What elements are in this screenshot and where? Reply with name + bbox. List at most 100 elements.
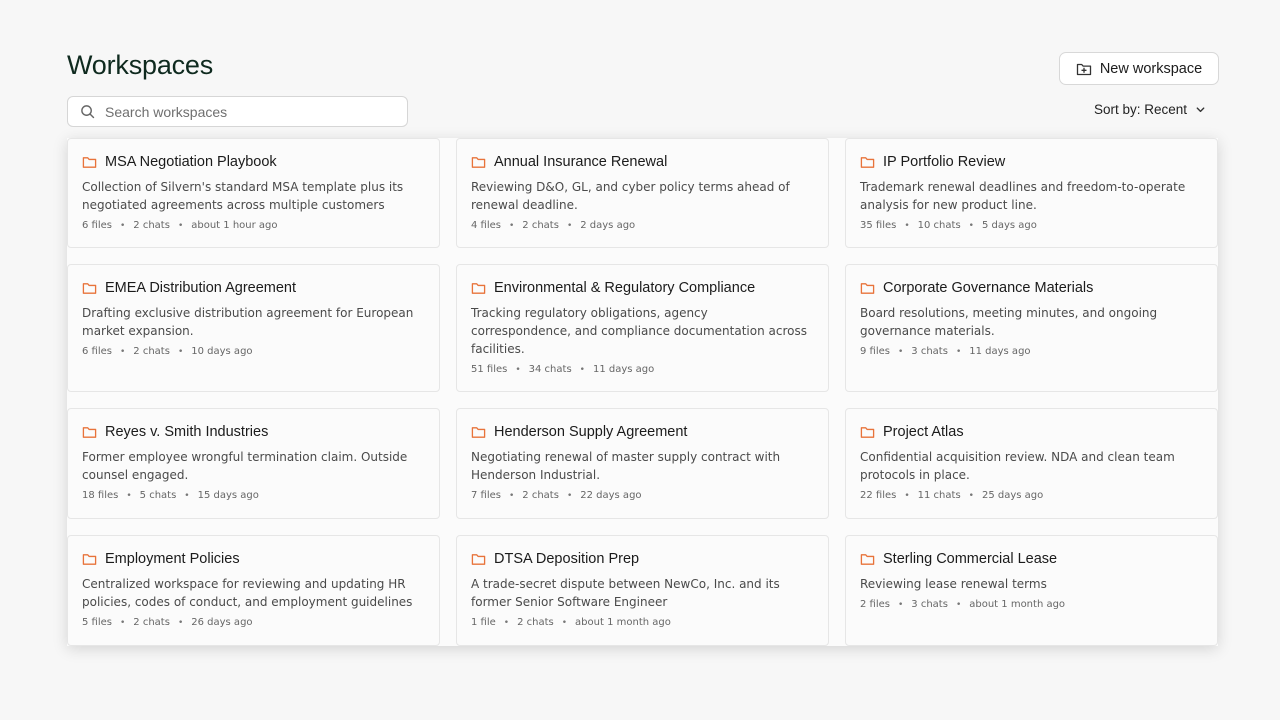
separator-dot: • <box>503 617 510 628</box>
card-title: IP Portfolio Review <box>883 154 1006 170</box>
card-title: EMEA Distribution Agreement <box>105 280 297 296</box>
card-title: Sterling Commercial Lease <box>883 551 1058 567</box>
folder-icon <box>82 553 97 565</box>
updated-time: about 1 hour ago <box>191 220 278 231</box>
workspace-card[interactable]: Sterling Commercial Lease Reviewing leas… <box>845 535 1218 646</box>
folder-plus-icon <box>1076 63 1091 75</box>
separator-dot: • <box>177 617 184 628</box>
card-header: Henderson Supply Agreement <box>471 424 814 440</box>
file-count: 5 files <box>82 617 112 628</box>
file-count: 51 files <box>471 364 508 375</box>
folder-icon <box>471 553 486 565</box>
file-count: 2 files <box>860 599 890 610</box>
card-meta: 6 files • 2 chats • about 1 hour ago <box>82 220 425 231</box>
card-header: Sterling Commercial Lease <box>860 551 1203 567</box>
separator-dot: • <box>508 220 515 231</box>
folder-icon <box>860 282 875 294</box>
updated-time: 2 days ago <box>580 220 636 231</box>
new-workspace-button[interactable]: New workspace <box>1059 52 1219 85</box>
card-header: Employment Policies <box>82 551 425 567</box>
workspace-card[interactable]: IP Portfolio Review Trademark renewal de… <box>845 138 1218 248</box>
card-meta: 7 files • 2 chats • 22 days ago <box>471 490 814 501</box>
card-description: Collection of Silvern's standard MSA tem… <box>82 180 404 212</box>
card-title: Employment Policies <box>105 551 240 567</box>
card-header: Annual Insurance Renewal <box>471 154 814 170</box>
file-count: 22 files <box>860 490 897 501</box>
file-count: 1 file <box>471 617 496 628</box>
updated-time: 26 days ago <box>191 617 253 628</box>
card-header: Environmental & Regulatory Compliance <box>471 280 814 296</box>
workspace-card[interactable]: DTSA Deposition Prep A trade-secret disp… <box>456 535 829 646</box>
separator-dot: • <box>119 220 126 231</box>
card-header: Corporate Governance Materials <box>860 280 1203 296</box>
search-input[interactable] <box>105 103 395 120</box>
chat-count: 2 chats <box>522 220 559 231</box>
card-meta: 35 files • 10 chats • 5 days ago <box>860 220 1203 231</box>
separator-dot: • <box>515 364 521 375</box>
card-meta: 5 files • 2 chats • 26 days ago <box>82 617 425 628</box>
separator-dot: • <box>177 346 184 357</box>
card-meta: 1 file • 2 chats • about 1 month ago <box>471 617 814 628</box>
card-title: Corporate Governance Materials <box>883 280 1094 296</box>
card-description: Former employee wrongful termination cla… <box>82 450 408 482</box>
card-header: DTSA Deposition Prep <box>471 551 814 567</box>
separator-dot: • <box>566 220 573 231</box>
sort-dropdown[interactable]: Sort by: Recent <box>1094 102 1206 117</box>
card-description: Tracking regulatory obligations, agency … <box>471 306 807 356</box>
workspace-card[interactable]: MSA Negotiation Playbook Collection of S… <box>67 138 440 248</box>
card-meta: 2 files • 3 chats • about 1 month ago <box>860 599 1203 610</box>
separator-dot: • <box>968 220 974 231</box>
card-title: MSA Negotiation Playbook <box>105 154 277 170</box>
separator-dot: • <box>955 599 962 610</box>
card-title: Reyes v. Smith Industries <box>105 424 269 440</box>
separator-dot: • <box>177 220 184 231</box>
workspace-card[interactable]: Reyes v. Smith Industries Former employe… <box>67 408 440 519</box>
separator-dot: • <box>566 490 573 501</box>
separator-dot: • <box>968 490 974 501</box>
updated-time: about 1 month ago <box>575 617 671 628</box>
chat-count: 2 chats <box>517 617 554 628</box>
workspace-card[interactable]: Annual Insurance Renewal Reviewing D&O, … <box>456 138 829 248</box>
file-count: 7 files <box>471 490 501 501</box>
card-description: Trademark renewal deadlines and freedom-… <box>860 180 1186 212</box>
workspace-card[interactable]: Employment Policies Centralized workspac… <box>67 535 440 646</box>
card-header: Project Atlas <box>860 424 1203 440</box>
chat-count: 10 chats <box>917 220 961 231</box>
card-title: Environmental & Regulatory Compliance <box>494 280 756 296</box>
folder-icon <box>860 156 875 168</box>
chat-count: 5 chats <box>139 490 177 501</box>
separator-dot: • <box>508 490 515 501</box>
file-count: 18 files <box>82 490 119 501</box>
workspace-card[interactable]: Corporate Governance Materials Board res… <box>845 264 1218 392</box>
workspace-card[interactable]: Project Atlas Confidential acquisition r… <box>845 408 1218 519</box>
chat-count: 34 chats <box>528 364 572 375</box>
card-meta: 18 files • 5 chats • 15 days ago <box>82 490 425 501</box>
workspace-card[interactable]: Henderson Supply Agreement Negotiating r… <box>456 408 829 519</box>
chat-count: 2 chats <box>522 490 559 501</box>
card-header: IP Portfolio Review <box>860 154 1203 170</box>
file-count: 6 files <box>82 346 112 357</box>
separator-dot: • <box>955 346 962 357</box>
workspace-card[interactable]: EMEA Distribution Agreement Drafting exc… <box>67 264 440 392</box>
chat-count: 2 chats <box>133 617 170 628</box>
card-description: Negotiating renewal of master supply con… <box>471 450 781 482</box>
card-description: Centralized workspace for reviewing and … <box>82 577 413 609</box>
card-header: MSA Negotiation Playbook <box>82 154 425 170</box>
file-count: 35 files <box>860 220 897 231</box>
file-count: 4 files <box>471 220 501 231</box>
chat-count: 3 chats <box>911 599 948 610</box>
chat-count: 2 chats <box>133 346 170 357</box>
page-title: Workspaces <box>67 50 214 80</box>
sort-label: Sort by: Recent <box>1094 102 1188 117</box>
chevron-down-icon <box>1196 107 1205 113</box>
updated-time: 11 days ago <box>592 364 655 375</box>
card-description: Board resolutions, meeting minutes, and … <box>860 306 1158 338</box>
updated-time: 10 days ago <box>191 346 253 357</box>
card-title: Henderson Supply Agreement <box>494 424 688 440</box>
separator-dot: • <box>904 220 910 231</box>
new-workspace-label: New workspace <box>1099 60 1203 77</box>
search-box[interactable] <box>67 96 408 127</box>
chat-count: 11 chats <box>917 490 961 501</box>
workspace-card[interactable]: Environmental & Regulatory Compliance Tr… <box>456 264 829 392</box>
card-description: A trade-secret dispute between NewCo, In… <box>471 577 780 609</box>
